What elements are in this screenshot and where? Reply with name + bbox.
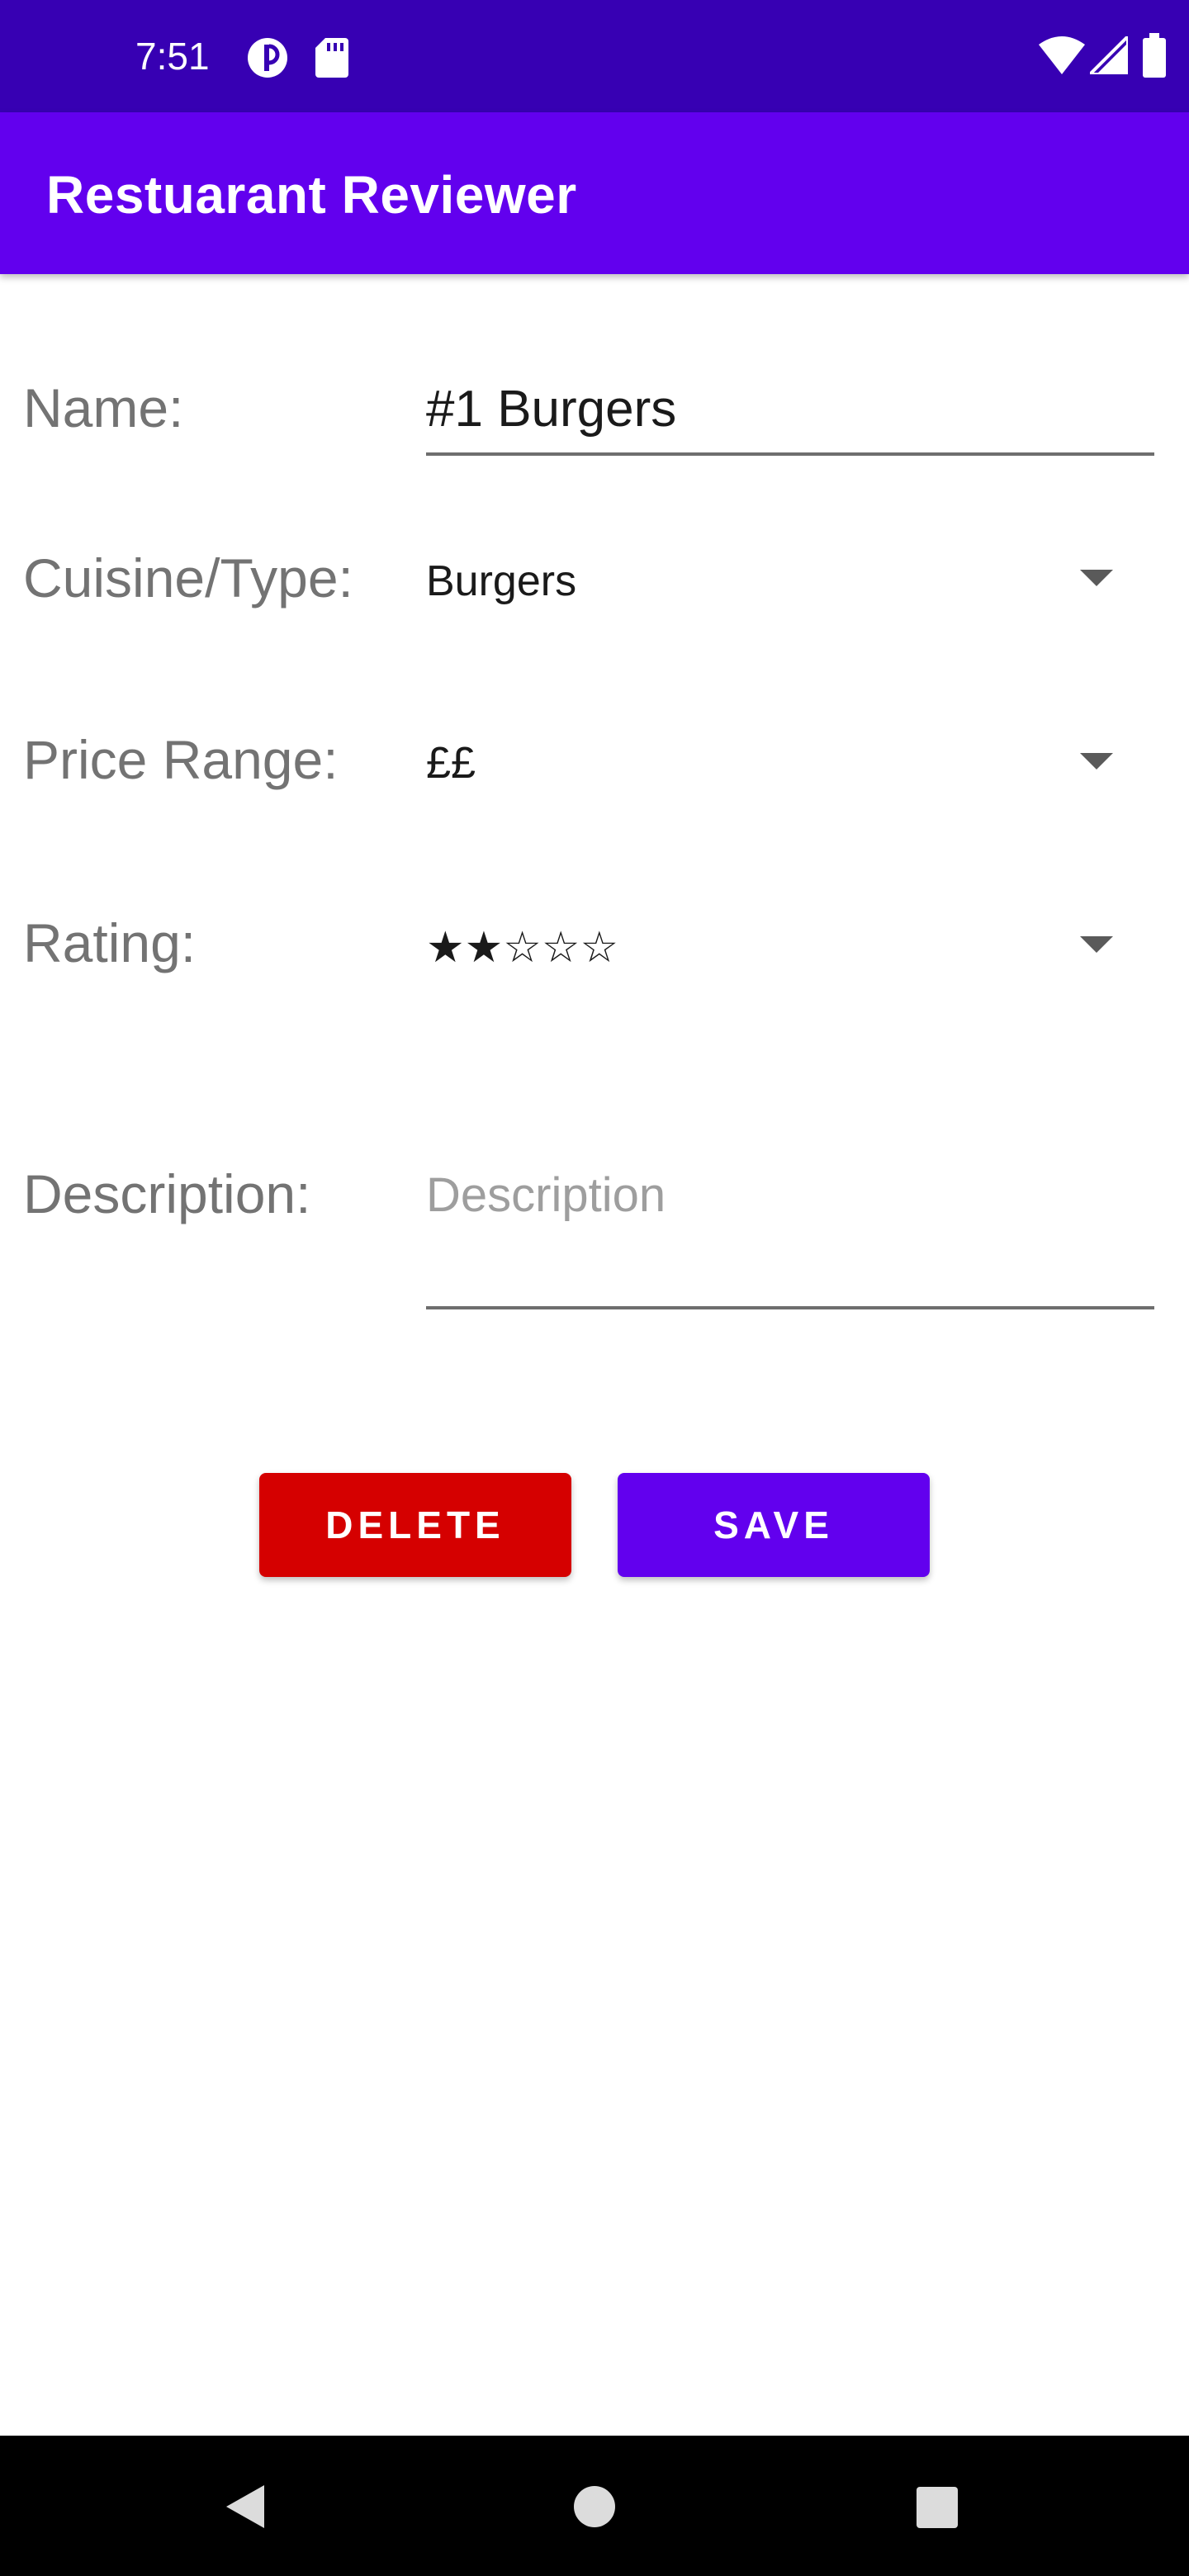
battery-icon xyxy=(1143,33,1166,82)
price-chevron-down-icon xyxy=(1080,753,1113,769)
signal-icon xyxy=(1086,32,1130,78)
cuisine-value: Burgers xyxy=(426,557,577,605)
nav-bar xyxy=(0,2436,1189,2576)
status-time: 7:51 xyxy=(135,35,210,78)
rating-dropdown[interactable]: ★★☆☆☆ xyxy=(426,902,1154,992)
home-icon[interactable] xyxy=(573,2485,616,2532)
description-label: Description: xyxy=(23,1163,311,1224)
description-input[interactable]: Description xyxy=(426,1153,1154,1301)
description-underline xyxy=(426,1306,1154,1309)
name-input[interactable]: #1 Burgers xyxy=(426,363,1154,459)
name-value: #1 Burgers xyxy=(426,381,677,438)
name-label: Name: xyxy=(23,377,184,438)
recents-icon[interactable] xyxy=(917,2487,958,2532)
back-icon[interactable] xyxy=(221,2482,271,2536)
status-bar: 7:51 xyxy=(0,0,1189,112)
description-placeholder: Description xyxy=(426,1168,666,1222)
cuisine-dropdown[interactable]: Burgers xyxy=(426,537,1154,627)
cuisine-label: Cuisine/Type: xyxy=(23,547,353,608)
delete-button[interactable]: DELETE xyxy=(259,1473,571,1577)
cloud-sync-icon xyxy=(246,36,289,83)
rating-value: ★★☆☆☆ xyxy=(426,923,619,973)
rating-chevron-down-icon xyxy=(1080,936,1113,953)
rating-label: Rating: xyxy=(23,912,197,973)
price-value: ££ xyxy=(426,738,476,788)
price-label: Price Range: xyxy=(23,729,339,790)
name-underline xyxy=(426,452,1154,456)
price-dropdown[interactable]: ££ xyxy=(426,718,1154,809)
app-title: Restuarant Reviewer xyxy=(46,165,577,225)
wifi-icon xyxy=(1039,36,1085,78)
sd-card-icon xyxy=(315,36,348,82)
cuisine-chevron-down-icon xyxy=(1080,570,1113,586)
app-bar: Restuarant Reviewer xyxy=(0,112,1189,274)
save-button[interactable]: SAVE xyxy=(618,1473,930,1577)
